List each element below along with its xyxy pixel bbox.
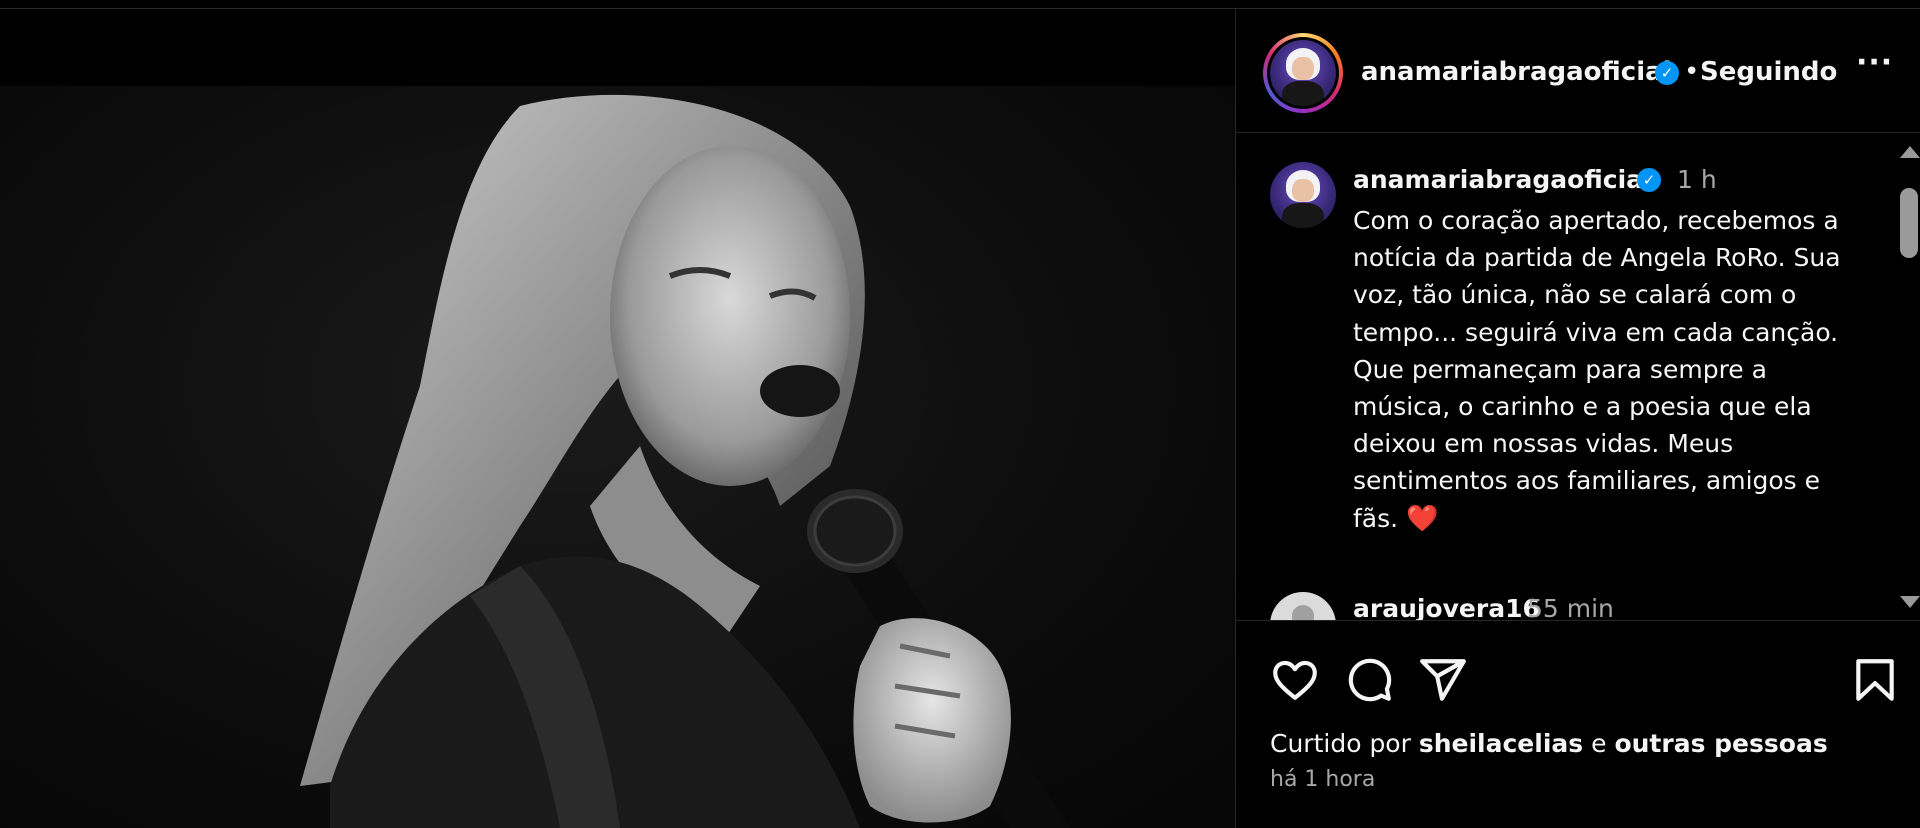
scroll-down-arrow-icon[interactable] xyxy=(1900,596,1920,608)
likes-others-link[interactable]: outras pessoas xyxy=(1614,729,1827,758)
comment-icon[interactable] xyxy=(1344,655,1394,705)
scroll-up-arrow-icon[interactable] xyxy=(1900,146,1920,158)
story-avatar[interactable] xyxy=(1263,33,1343,113)
more-options-icon[interactable]: ··· xyxy=(1856,45,1893,80)
caption-text: Com o coração apertado, recebemos a notí… xyxy=(1353,202,1853,538)
share-icon[interactable] xyxy=(1418,655,1468,705)
post-timestamp[interactable]: há 1 hora xyxy=(1270,767,1375,792)
likes-prefix: Curtido por xyxy=(1270,729,1411,758)
separator-dot: • xyxy=(1684,57,1700,87)
bookmark-icon[interactable] xyxy=(1850,655,1900,705)
liked-by-user-link[interactable]: sheilacelias xyxy=(1419,729,1583,758)
avatar xyxy=(1270,40,1336,106)
likes-summary: Curtido por sheilacelias e outras pessoa… xyxy=(1270,729,1828,758)
comments-section[interactable]: anamariabragaoficial ✓ 1 h Com o coração… xyxy=(1236,134,1920,621)
verified-badge-icon: ✓ xyxy=(1655,61,1679,85)
following-button[interactable]: Seguindo xyxy=(1700,57,1837,87)
action-bar: Curtido por sheilacelias e outras pessoa… xyxy=(1236,621,1920,828)
likes-conjunction: e xyxy=(1591,729,1607,758)
verified-badge-icon: ✓ xyxy=(1637,168,1661,192)
comments-scrollbar[interactable] xyxy=(1892,134,1920,620)
author-username[interactable]: anamariabragaoficial xyxy=(1361,57,1672,87)
post-photo[interactable] xyxy=(0,86,1235,828)
post-header: anamariabragaoficial ✓ • Seguindo ··· xyxy=(1236,9,1920,133)
scrollbar-thumb[interactable] xyxy=(1900,188,1918,258)
photo-illustration xyxy=(300,94,1070,828)
post-side-panel: anamariabragaoficial ✓ • Seguindo ··· an… xyxy=(1235,9,1920,828)
comment-time[interactable]: 55 min xyxy=(1527,594,1614,620)
comment-avatar[interactable] xyxy=(1270,592,1336,620)
heart-icon[interactable] xyxy=(1270,655,1320,705)
heart-emoji-icon: ❤️ xyxy=(1406,503,1439,534)
caption-time[interactable]: 1 h xyxy=(1677,165,1717,194)
instagram-post-viewer: anamariabragaoficial ✓ • Seguindo ··· an… xyxy=(0,0,1920,828)
comment-username[interactable]: araujovera16 xyxy=(1353,594,1540,620)
caption-avatar[interactable] xyxy=(1270,162,1336,228)
caption-body: Com o coração apertado, recebemos a notí… xyxy=(1353,206,1841,533)
caption-username[interactable]: anamariabragaoficial xyxy=(1353,165,1652,194)
